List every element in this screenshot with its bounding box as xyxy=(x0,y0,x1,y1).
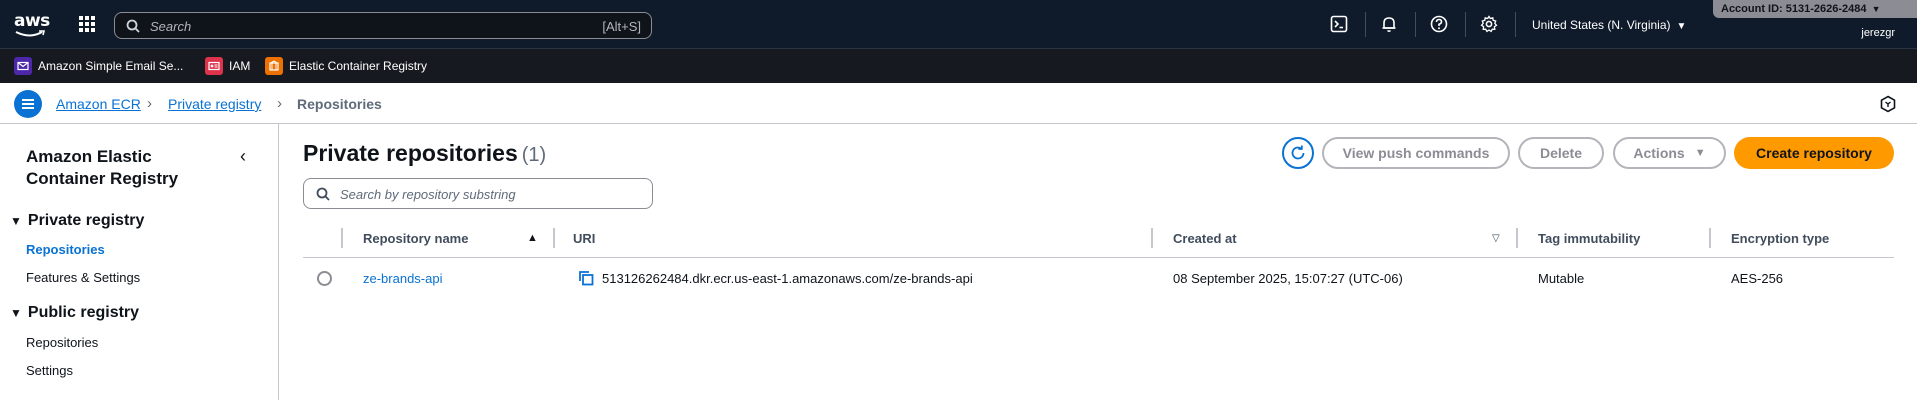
encryption-type-value: AES-256 xyxy=(1731,271,1784,286)
favorite-label: Elastic Container Registry xyxy=(289,59,428,73)
column-divider xyxy=(341,228,343,248)
chevron-right-icon: › xyxy=(147,95,152,112)
help-icon[interactable] xyxy=(1430,15,1448,33)
actions-dropdown-button[interactable]: Actions ▼ xyxy=(1613,137,1726,169)
ses-service-icon xyxy=(14,57,32,75)
nav-divider xyxy=(1365,12,1366,37)
sidebar-item-public-settings[interactable]: Settings xyxy=(26,363,73,378)
caret-down-icon: ▼ xyxy=(10,306,22,320)
column-header-created-at[interactable]: Created at xyxy=(1173,231,1237,246)
page-title-text: Private repositories xyxy=(303,140,518,166)
favorite-ecr[interactable]: Elastic Container Registry xyxy=(265,57,427,75)
nav-group-label: Private registry xyxy=(27,212,145,229)
notifications-bell-icon[interactable] xyxy=(1380,15,1398,33)
sidebar-item-repositories[interactable]: Repositories xyxy=(26,242,105,257)
favorite-label: IAM xyxy=(229,59,251,73)
column-divider xyxy=(1151,228,1153,248)
collapse-chevron-left-icon[interactable]: ‹ xyxy=(240,146,246,167)
row-select-radio[interactable] xyxy=(317,271,332,286)
nav-group-private-registry[interactable]: ▼ Private registry xyxy=(10,212,144,230)
sort-ascending-icon[interactable]: ▲ xyxy=(527,232,538,244)
username[interactable]: jerezgr xyxy=(1861,27,1895,39)
services-grid-icon[interactable] xyxy=(79,16,95,32)
refresh-icon xyxy=(1291,145,1305,160)
delete-button[interactable]: Delete xyxy=(1518,137,1604,169)
region-selector[interactable]: United States (N. Virginia) ▼ xyxy=(1532,18,1686,32)
settings-gear-icon[interactable] xyxy=(1480,15,1498,33)
account-id: Account ID: 5131-2626-2484 xyxy=(1721,3,1867,15)
tools-panel-icon[interactable] xyxy=(1879,95,1897,113)
nav-group-label: Public registry xyxy=(27,304,140,321)
favorite-label: Amazon Simple Email Se... xyxy=(38,59,184,73)
cloudshell-icon[interactable] xyxy=(1330,15,1348,33)
created-at-value: 08 September 2025, 15:07:27 (UTC-06) xyxy=(1173,271,1403,286)
column-header-uri[interactable]: URI xyxy=(573,231,595,246)
service-title[interactable]: Amazon Elastic Container Registry xyxy=(26,146,226,190)
side-navigation: Amazon Elastic Container Registry ‹ ▼ Pri… xyxy=(0,124,279,400)
column-divider xyxy=(553,228,555,248)
breadcrumb-bar: Amazon ECR › Private registry › Reposito… xyxy=(0,83,1917,124)
caret-down-icon: ▼ xyxy=(1871,4,1881,14)
search-icon xyxy=(126,19,140,33)
nav-divider xyxy=(1515,12,1516,37)
repository-search-input[interactable]: Search by repository substring xyxy=(303,178,653,209)
column-header-encryption-type[interactable]: Encryption type xyxy=(1731,231,1829,246)
favorite-iam[interactable]: IAM xyxy=(205,57,250,75)
repository-uri: 513126262484.dkr.ecr.us-east-1.amazonaws… xyxy=(602,271,973,286)
region-label: United States (N. Virginia) xyxy=(1532,18,1671,32)
breadcrumb-amazon-ecr[interactable]: Amazon ECR xyxy=(56,96,141,112)
breadcrumb-private-registry[interactable]: Private registry xyxy=(168,96,261,112)
nav-divider xyxy=(1465,12,1466,37)
breadcrumb-current: Repositories xyxy=(297,96,382,112)
column-divider xyxy=(1516,228,1518,248)
sidebar-item-features-settings[interactable]: Features & Settings xyxy=(26,270,140,285)
account-menu[interactable]: Account ID: 5131-2626-2484 ▼ xyxy=(1713,0,1917,18)
copy-uri-icon[interactable] xyxy=(578,270,594,286)
sort-indicator-icon[interactable]: ▽ xyxy=(1492,233,1500,244)
actions-label: Actions xyxy=(1633,145,1685,161)
table-header-divider xyxy=(303,257,1894,258)
top-navigation: aws Search [Alt+S] United States (N. Vir… xyxy=(0,0,1917,49)
create-repository-button[interactable]: Create repository xyxy=(1734,137,1894,169)
favorite-ses[interactable]: Amazon Simple Email Se... xyxy=(14,57,183,75)
nav-group-public-registry[interactable]: ▼ Public registry xyxy=(10,304,139,322)
tag-immutability-value: Mutable xyxy=(1538,271,1585,286)
sidebar-item-public-repositories[interactable]: Repositories xyxy=(26,335,98,350)
view-push-commands-button[interactable]: View push commands xyxy=(1322,137,1510,169)
column-divider xyxy=(1709,228,1711,248)
favorites-bar: Amazon Simple Email Se... IAM Elastic Co… xyxy=(0,49,1917,83)
search-icon xyxy=(316,187,330,201)
aws-smile-icon xyxy=(15,30,45,37)
repository-name-link[interactable]: ze-brands-api xyxy=(363,271,443,286)
column-header-repository-name[interactable]: Repository name xyxy=(363,231,468,246)
caret-down-icon: ▼ xyxy=(10,214,22,228)
column-header-tag-immutability[interactable]: Tag immutability xyxy=(1538,231,1640,246)
search-shortcut: [Alt+S] xyxy=(602,19,641,34)
caret-down-icon: ▼ xyxy=(1676,21,1687,32)
global-search-input[interactable]: Search [Alt+S] xyxy=(114,12,652,39)
search-placeholder: Search by repository substring xyxy=(340,187,516,202)
nav-divider xyxy=(1415,12,1416,37)
search-placeholder: Search xyxy=(150,19,192,34)
iam-service-icon xyxy=(205,57,223,75)
chevron-right-icon: › xyxy=(277,95,282,112)
side-navigation-toggle-button[interactable] xyxy=(14,90,42,118)
repository-count: (1) xyxy=(521,144,547,166)
refresh-button[interactable] xyxy=(1282,137,1314,169)
aws-logo-text: aws xyxy=(14,11,50,31)
page-title: Private repositories (1) xyxy=(303,140,546,167)
caret-down-icon: ▼ xyxy=(1694,147,1706,159)
aws-logo[interactable]: aws xyxy=(14,11,50,39)
ecr-service-icon xyxy=(265,57,283,75)
